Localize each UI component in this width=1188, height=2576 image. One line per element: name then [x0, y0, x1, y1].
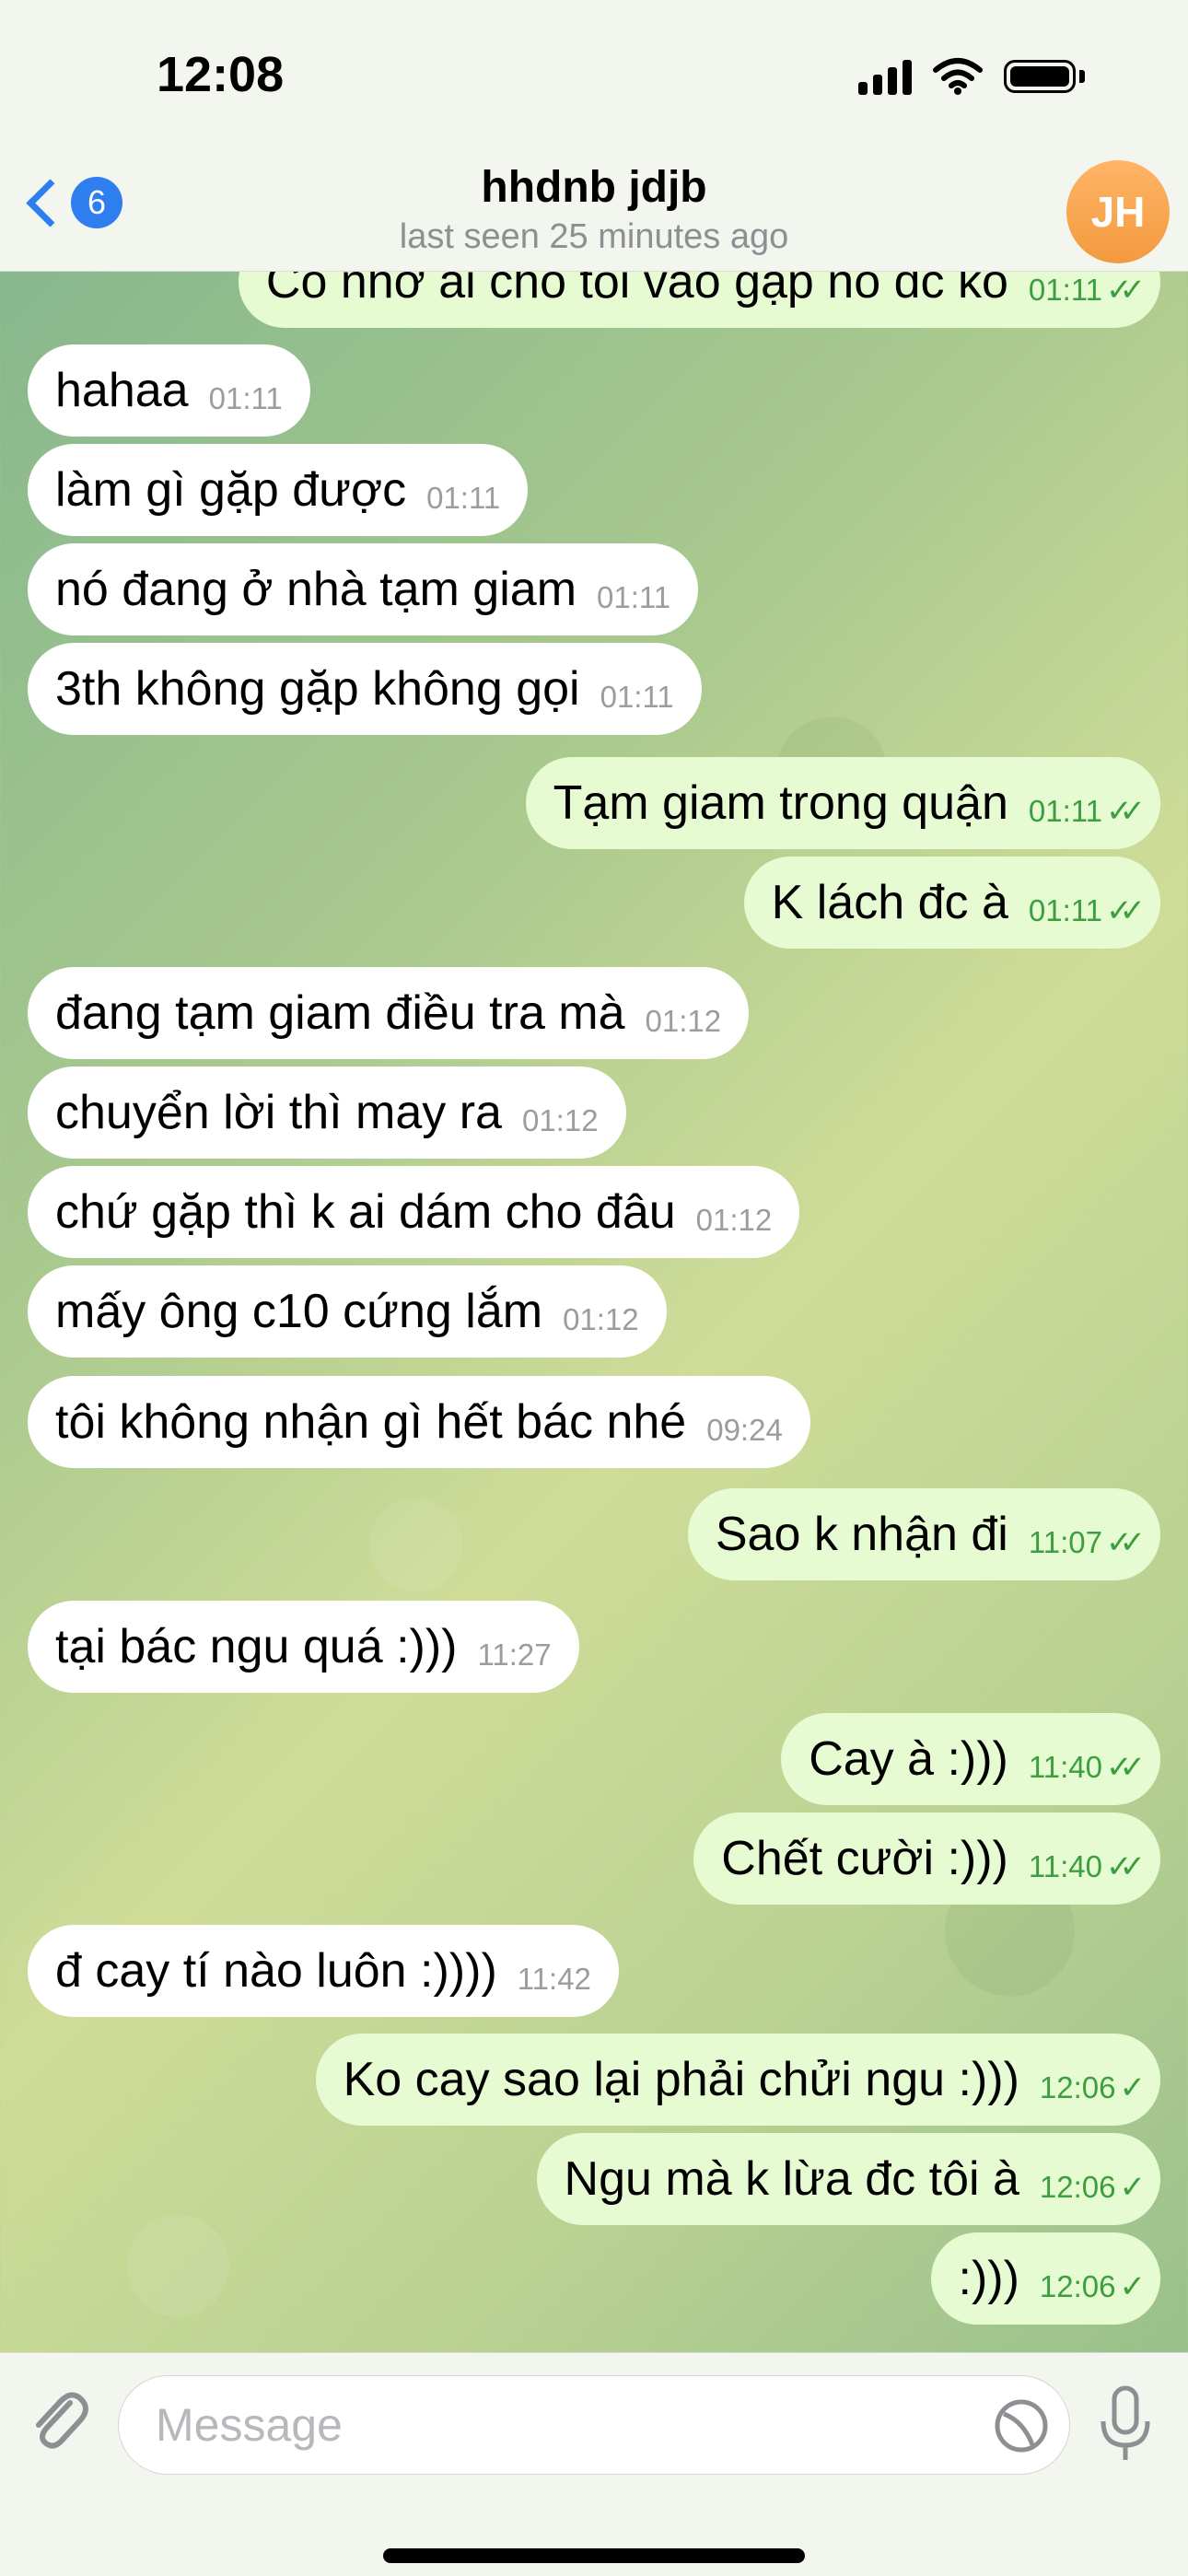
outgoing-message[interactable]: Tạm giam trong quận 01:11 ✓✓	[525, 757, 1160, 849]
incoming-message[interactable]: mấy ông c10 cứng lắm 01:12	[28, 1265, 667, 1358]
message-time: 01:11	[600, 680, 674, 714]
outgoing-message[interactable]: Ko cay sao lại phải chửi ngu :))) 12:06 ✓	[315, 2034, 1160, 2126]
incoming-message[interactable]: chuyển lời thì may ra 01:12	[28, 1067, 626, 1159]
battery-icon	[1004, 60, 1076, 93]
message-text: Chết cười :)))	[721, 1832, 1008, 1885]
message-time: 01:12	[521, 1103, 599, 1137]
message-time: 01:12	[563, 1302, 639, 1336]
message-text: chứ gặp thì k ai dám cho đâu	[55, 1185, 676, 1239]
message-text: Ko cay sao lại phải chửi ngu :)))	[343, 2053, 1019, 2106]
outgoing-message[interactable]: Ngu mà k lừa đc tôi à 12:06 ✓	[536, 2133, 1160, 2225]
message-time: 01:12	[695, 1203, 773, 1237]
message-time: 11:42	[517, 1962, 591, 1996]
message-text: đang tạm giam điều tra mà	[55, 986, 625, 1040]
incoming-message[interactable]: tôi không nhận gì hết bác nhé 09:24	[28, 1376, 810, 1468]
double-check-icon: ✓✓	[1106, 273, 1146, 308]
double-check-icon: ✓✓	[1106, 794, 1146, 829]
message-text: Có nhờ ai cho tôi vào gặp nó đc ko	[265, 271, 1008, 309]
cellular-signal-icon	[858, 58, 912, 95]
message-text: tại bác ngu quá :)))	[55, 1620, 458, 1673]
avatar[interactable]: JH	[1066, 160, 1170, 263]
message-text: tôi không nhận gì hết bác nhé	[55, 1395, 687, 1449]
home-indicator[interactable]	[383, 2548, 805, 2563]
message-time: 12:06	[1039, 2269, 1116, 2303]
double-check-icon: ✓✓	[1106, 893, 1146, 928]
message-time: 09:24	[706, 1413, 783, 1447]
message-time: 01:11	[1028, 273, 1103, 307]
wifi-icon	[933, 58, 983, 95]
message-text: mấy ông c10 cứng lắm	[55, 1285, 543, 1338]
message-time: 11:40	[1028, 1750, 1103, 1784]
incoming-message[interactable]: đ cay tí nào luôn :)))) 11:42	[28, 1925, 619, 2017]
message-time: 11:07	[1028, 1525, 1103, 1559]
message-text: 3th không gặp không gọi	[55, 662, 580, 716]
outgoing-message[interactable]: K lách đc à 01:11 ✓✓	[743, 857, 1160, 949]
message-time: 01:11	[426, 481, 501, 515]
battery-cap	[1079, 70, 1085, 83]
double-check-icon: ✓✓	[1106, 1525, 1146, 1560]
outgoing-message[interactable]: :))) 12:06 ✓	[930, 2232, 1160, 2325]
paperclip-icon[interactable]	[26, 2384, 90, 2458]
message-time: 11:27	[477, 1638, 552, 1672]
message-text: K lách đc à	[771, 876, 1008, 929]
chat-header: 6 hhdnb jdjb last seen 25 minutes ago JH	[0, 157, 1188, 272]
message-time: 01:11	[1028, 893, 1103, 927]
outgoing-message[interactable]: Có nhờ ai cho tôi vào gặp nó đc ko 01:11 ✓…	[238, 271, 1160, 328]
message-text: Ngu mà k lừa đc tôi à	[564, 2152, 1019, 2206]
check-icon: ✓	[1119, 2170, 1146, 2205]
last-seen-status: last seen 25 minutes ago	[399, 217, 789, 256]
outgoing-message[interactable]: Sao k nhận đi 11:07 ✓✓	[687, 1488, 1160, 1580]
status-time: 12:08	[157, 47, 285, 102]
check-icon: ✓	[1119, 2070, 1146, 2105]
message-input-bar	[0, 2352, 1188, 2576]
incoming-message[interactable]: làm gì gặp được 01:11	[28, 444, 529, 536]
message-input[interactable]	[118, 2375, 1070, 2475]
incoming-message[interactable]: tại bác ngu quá :))) 11:27	[28, 1601, 579, 1693]
message-time: 01:11	[597, 580, 671, 614]
message-time: 12:06	[1039, 2170, 1116, 2204]
microphone-icon[interactable]	[1098, 2384, 1153, 2464]
incoming-message[interactable]: nó đang ở nhà tạm giam 01:11	[28, 543, 699, 635]
message-text: hahaa	[55, 364, 189, 417]
message-text: :)))	[958, 2252, 1019, 2305]
message-text: làm gì gặp được	[55, 463, 407, 517]
outgoing-message[interactable]: Cay à :))) 11:40 ✓✓	[781, 1713, 1160, 1805]
message-time: 11:40	[1028, 1849, 1103, 1883]
double-check-icon: ✓✓	[1106, 1750, 1146, 1785]
status-bar: 12:08	[0, 0, 1188, 157]
message-text: Sao k nhận đi	[715, 1508, 1008, 1561]
message-text: Tạm giam trong quận	[553, 776, 1008, 830]
message-time: 01:11	[1028, 794, 1103, 828]
message-text: chuyển lời thì may ra	[55, 1086, 502, 1139]
check-icon: ✓	[1119, 2269, 1146, 2304]
message-time: 12:06	[1039, 2070, 1116, 2104]
message-time: 01:11	[208, 381, 283, 415]
incoming-message[interactable]: hahaa 01:11	[28, 344, 310, 437]
incoming-message[interactable]: chứ gặp thì k ai dám cho đâu 01:12	[28, 1166, 800, 1258]
message-text: Cay à :)))	[809, 1732, 1008, 1786]
status-icons	[858, 57, 1085, 96]
incoming-message[interactable]: đang tạm giam điều tra mà 01:12	[28, 967, 750, 1059]
sticker-icon[interactable]	[993, 2397, 1050, 2454]
message-text: đ cay tí nào luôn :))))	[55, 1944, 497, 1998]
message-time: 01:12	[645, 1004, 722, 1038]
incoming-message[interactable]: 3th không gặp không gọi 01:11	[28, 643, 702, 735]
outgoing-message[interactable]: Chết cười :))) 11:40 ✓✓	[693, 1813, 1160, 1905]
contact-name[interactable]: hhdnb jdjb	[0, 162, 1188, 213]
message-text: nó đang ở nhà tạm giam	[55, 563, 577, 616]
double-check-icon: ✓✓	[1106, 1849, 1146, 1884]
message-list[interactable]: Có nhờ ai cho tôi vào gặp nó đc ko 01:11 ✓…	[0, 271, 1188, 2352]
